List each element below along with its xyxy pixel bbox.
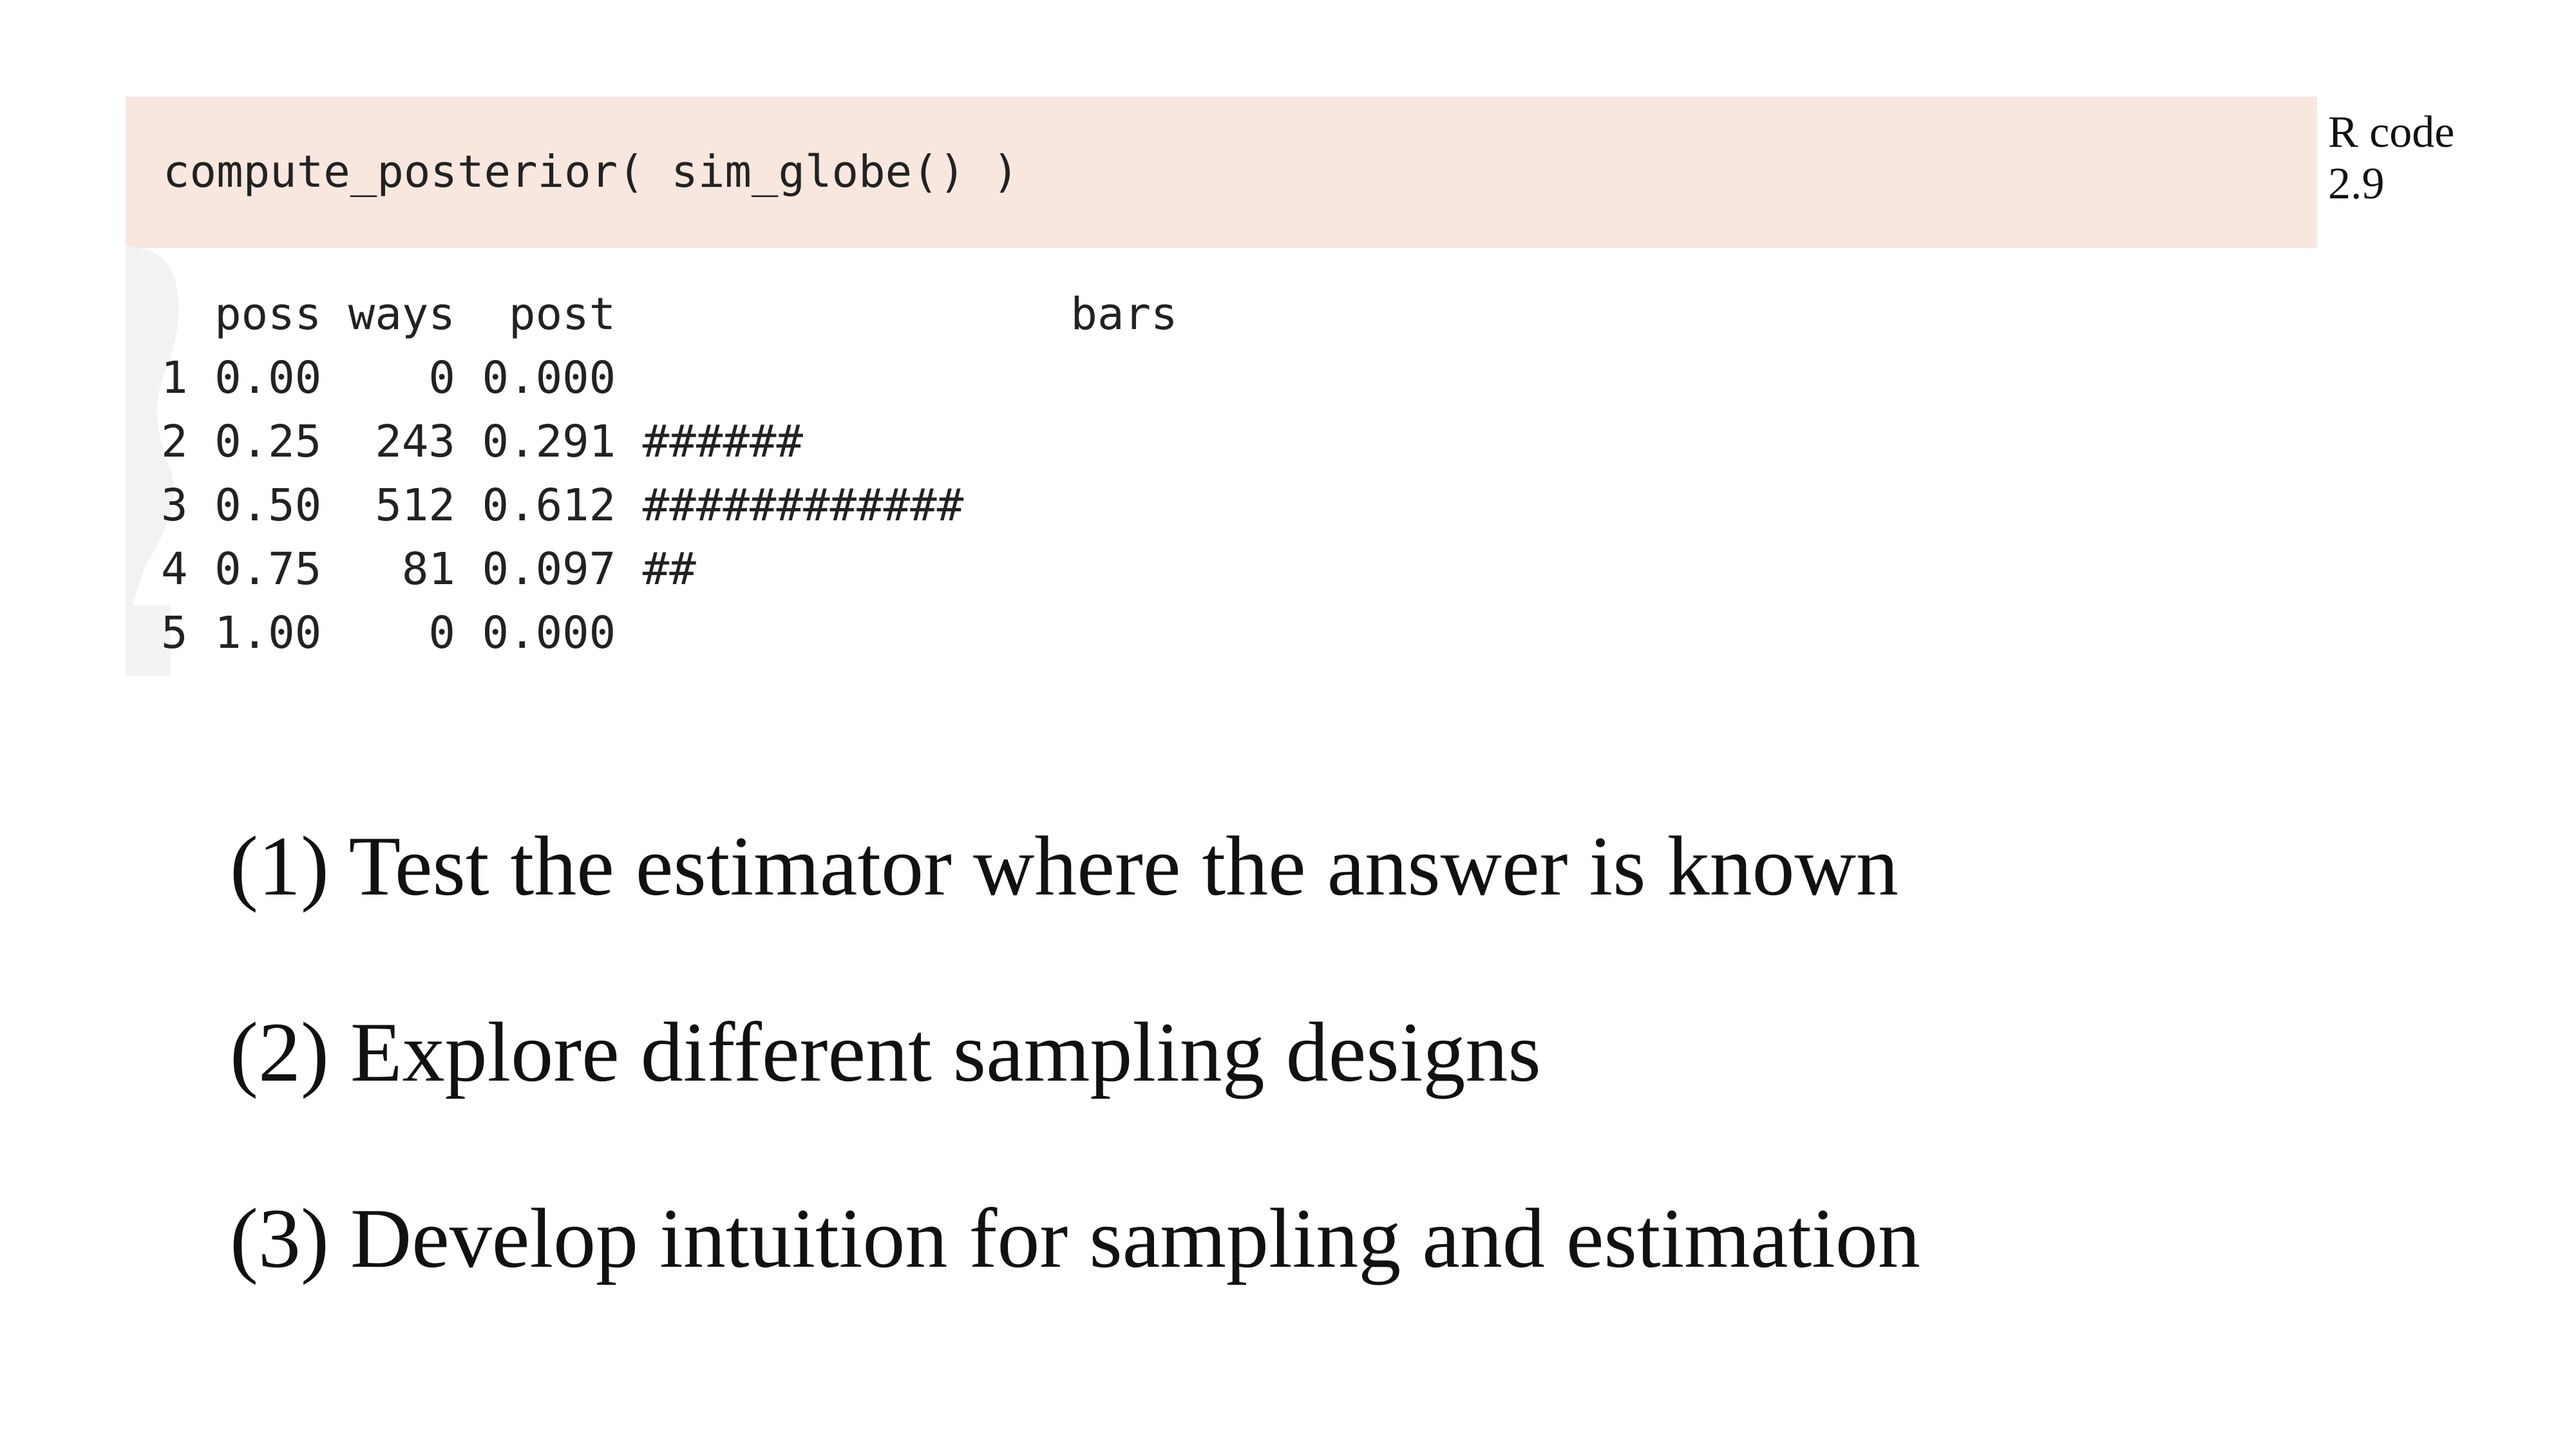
point-test-estimator: (1) Test the estimator where the answer … (230, 819, 1899, 913)
point-explore-sampling: (2) Explore different sampling designs (230, 1005, 1541, 1099)
output-row: 1 0.00 0 0.000 (161, 352, 616, 404)
output-row: 4 0.75 81 0.097 ## (161, 544, 696, 595)
code-label-title: R code (2328, 108, 2455, 157)
output-header-row: poss ways post bars (161, 289, 1178, 340)
code-label: R code 2.9 (2328, 107, 2454, 210)
code-input: compute_posterior( sim_globe() ) (163, 146, 1019, 198)
code-block: compute_posterior( sim_globe() ) (126, 97, 2317, 248)
output-row: 3 0.50 512 0.612 ############ (161, 480, 964, 531)
code-label-number: 2.9 (2328, 159, 2385, 209)
output-row: 5 1.00 0 0.000 (161, 607, 616, 659)
code-output: poss ways post bars 1 0.00 0 0.000 2 0.2… (161, 283, 1178, 665)
key-points-list: (1) Test the estimator where the answer … (230, 802, 1920, 1360)
point-develop-intuition: (3) Develop intuition for sampling and e… (230, 1191, 1920, 1285)
output-row: 2 0.25 243 0.291 ###### (161, 416, 803, 468)
